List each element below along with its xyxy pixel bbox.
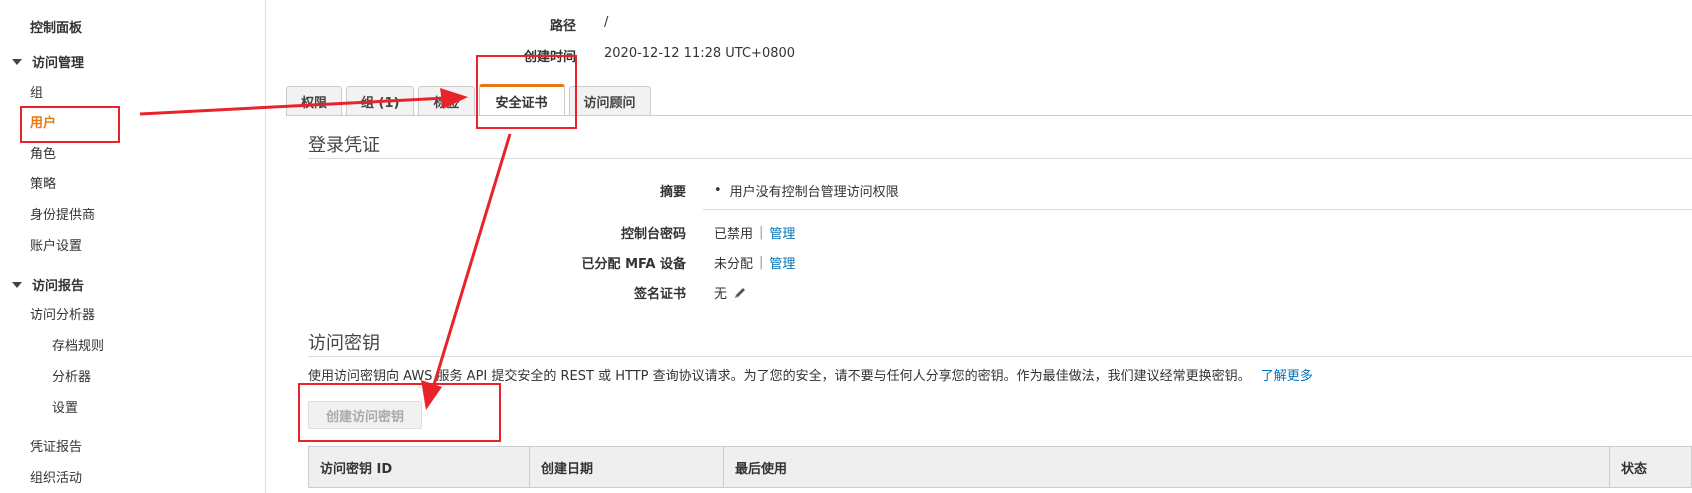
column-header-status[interactable]: 状态: [1610, 447, 1691, 487]
bullet-icon: •: [714, 183, 722, 198]
sidebar-title[interactable]: 控制面板: [30, 17, 82, 36]
sidebar-section-label: 访问管理: [32, 56, 85, 71]
signing-cert-text: 无: [714, 287, 728, 302]
sidebar-item-identity-providers[interactable]: 身份提供商: [30, 204, 95, 223]
sidebar-item-analyzers[interactable]: 分析器: [52, 366, 91, 385]
sidebar-item-org-activity[interactable]: 组织活动: [30, 467, 82, 486]
learn-more-link[interactable]: 了解更多: [1261, 369, 1313, 384]
access-keys-description: 使用访问密钥向 AWS 服务 API 提交安全的 REST 或 HTTP 查询协…: [308, 365, 1313, 384]
sidebar-section-access-management[interactable]: 访问管理: [12, 52, 84, 71]
tab-tags[interactable]: 标签: [418, 86, 475, 116]
create-access-key-button[interactable]: 创建访问密钥: [308, 401, 422, 429]
summary-label: 摘要: [659, 185, 686, 200]
separator: |: [759, 255, 764, 270]
access-keys-heading: 访问密钥: [308, 333, 380, 354]
tabs-divider: [286, 115, 1692, 116]
pencil-icon[interactable]: [733, 286, 747, 300]
access-keys-description-text: 使用访问密钥向 AWS 服务 API 提交安全的 REST 或 HTTP 查询协…: [308, 369, 1251, 384]
sidebar-item-roles[interactable]: 角色: [30, 143, 56, 162]
sidebar-item-users[interactable]: 用户: [30, 112, 56, 131]
sidebar: 控制面板 访问管理 组 用户 角色 策略 身份提供商 账户设置 访问报告 访问分…: [0, 0, 266, 493]
summary-value: • 用户没有控制台管理访问权限: [714, 181, 899, 200]
mfa-status: 未分配: [714, 257, 754, 272]
console-password-status: 已禁用: [714, 227, 754, 242]
sidebar-item-groups[interactable]: 组: [30, 82, 43, 101]
created-time-label: 创建时间: [523, 50, 576, 65]
mfa-device-label: 已分配 MFA 设备: [581, 257, 686, 272]
manage-console-password-link[interactable]: 管理: [769, 223, 795, 242]
caret-down-icon: [12, 281, 22, 288]
path-value: /: [604, 15, 609, 30]
console-password-value: 已禁用 | 管理: [714, 223, 795, 242]
column-header-last-used[interactable]: 最后使用: [724, 447, 1610, 487]
mfa-device-value: 未分配 | 管理: [714, 253, 795, 272]
column-header-created-date[interactable]: 创建日期: [530, 447, 724, 487]
manage-mfa-link[interactable]: 管理: [769, 253, 795, 272]
sidebar-item-policies[interactable]: 策略: [30, 173, 56, 192]
summary-divider: [703, 209, 1692, 210]
separator: |: [759, 225, 764, 240]
sidebar-item-access-analyzer[interactable]: 访问分析器: [30, 304, 95, 323]
column-header-access-key-id[interactable]: 访问密钥 ID: [309, 447, 530, 487]
section-divider: [308, 356, 1692, 357]
created-time-value: 2020-12-12 11:28 UTC+0800: [604, 46, 796, 61]
sidebar-item-account-settings[interactable]: 账户设置: [30, 235, 82, 254]
sidebar-item-archive-rules[interactable]: 存档规则: [52, 335, 104, 354]
access-keys-table-header: 访问密钥 ID 创建日期 最后使用 状态: [308, 446, 1692, 488]
tab-groups[interactable]: 组 (1): [346, 86, 415, 116]
sidebar-section-access-reports[interactable]: 访问报告: [12, 275, 84, 294]
sidebar-item-credential-report[interactable]: 凭证报告: [30, 436, 82, 455]
signing-cert-value: 无: [714, 283, 747, 302]
tab-access-advisor[interactable]: 访问顾问: [568, 86, 651, 116]
main-content: 路径 / 创建时间 2020-12-12 11:28 UTC+0800 权限 组…: [266, 0, 1692, 493]
tab-permissions[interactable]: 权限: [286, 86, 343, 116]
login-credentials-heading: 登录凭证: [308, 135, 380, 156]
console-password-label: 控制台密码: [620, 227, 686, 242]
signing-cert-label: 签名证书: [633, 287, 686, 302]
sidebar-section-label: 访问报告: [32, 279, 85, 294]
section-divider: [308, 158, 1692, 159]
caret-down-icon: [12, 58, 22, 65]
path-label: 路径: [549, 19, 576, 34]
tab-bar: 权限 组 (1) 标签 安全证书 访问顾问: [286, 84, 655, 116]
summary-text: 用户没有控制台管理访问权限: [729, 185, 899, 200]
sidebar-item-settings[interactable]: 设置: [52, 397, 78, 416]
tab-security-credentials[interactable]: 安全证书: [478, 84, 565, 116]
